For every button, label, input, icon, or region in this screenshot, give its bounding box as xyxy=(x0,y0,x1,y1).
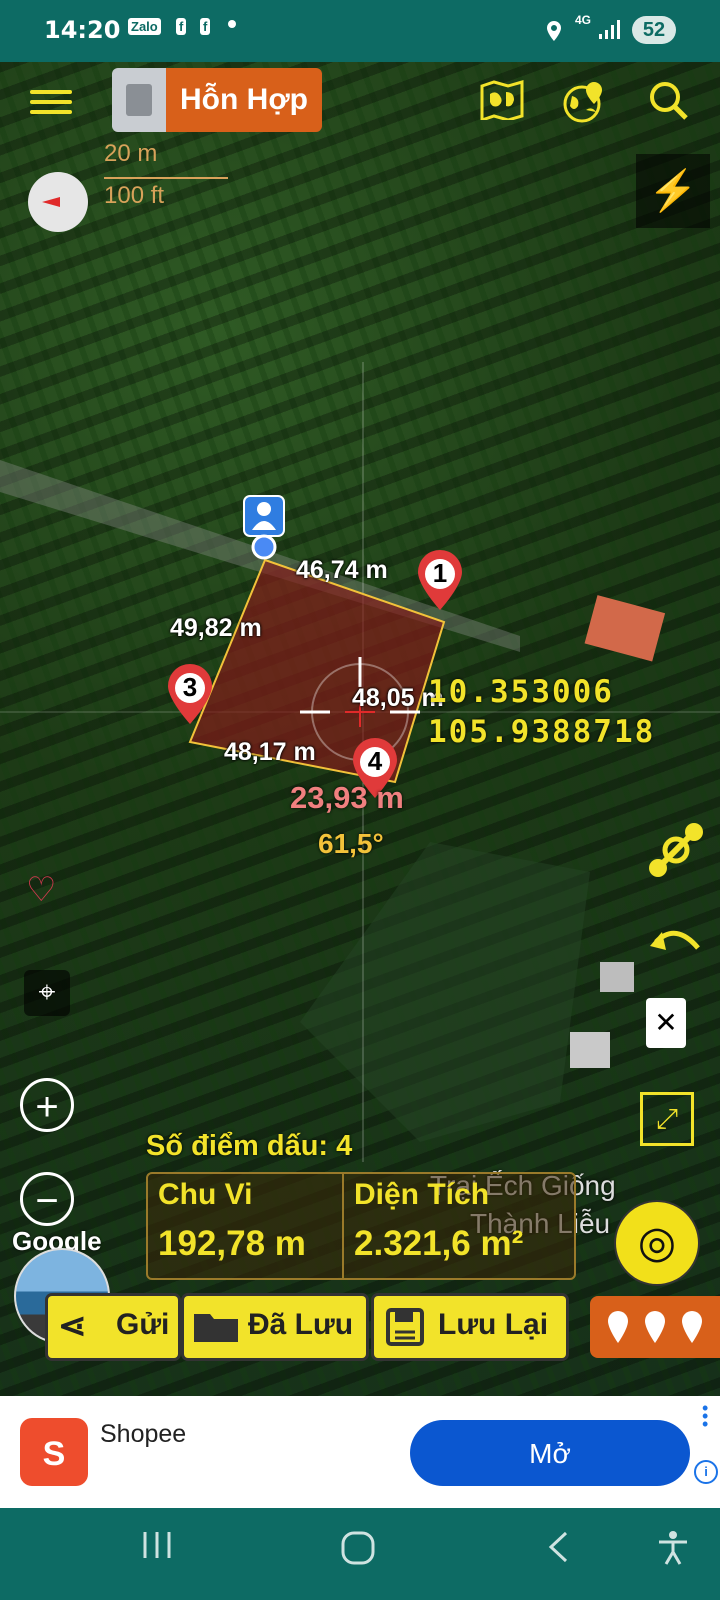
ad-open-button[interactable]: Mở xyxy=(410,1420,690,1486)
markers-button[interactable] xyxy=(590,1296,720,1358)
heart-icon[interactable]: ♡ xyxy=(26,870,56,910)
scale-imperial: 100 ft xyxy=(104,182,165,209)
system-navigation-bar xyxy=(0,1508,720,1600)
floppy-disk-icon xyxy=(386,1308,424,1346)
scale-metric: 20 m xyxy=(104,140,158,167)
pin-4-label[interactable]: 4 xyxy=(355,746,395,777)
layer-thumbnail xyxy=(112,68,166,132)
area-value: 2.321,6 m² xyxy=(354,1224,524,1263)
marks-count: Số điểm dấu: 4 xyxy=(146,1130,353,1162)
delete-icon[interactable]: ✕ xyxy=(646,998,686,1048)
save-button[interactable]: Lưu Lại xyxy=(374,1296,566,1358)
send-label: Gửi xyxy=(116,1308,170,1341)
my-location-button[interactable]: ◎ xyxy=(616,1202,698,1284)
search-icon[interactable] xyxy=(648,80,690,122)
path-tool-icon[interactable] xyxy=(644,818,708,882)
perimeter-cell: Chu Vi 192,78 m xyxy=(148,1174,342,1278)
menu-icon[interactable] xyxy=(30,84,72,118)
send-button[interactable]: ⋖ Gửi xyxy=(48,1296,178,1358)
saved-label: Đã Lưu xyxy=(248,1308,354,1341)
facebook-notification-icon: f xyxy=(176,18,187,35)
back-icon[interactable] xyxy=(546,1530,570,1564)
ad-info-icon[interactable]: i xyxy=(694,1460,718,1484)
cursor-angle: 61,5° xyxy=(318,828,384,859)
area-cell: Diện Tích 2.321,6 m² xyxy=(344,1174,572,1278)
scale-bar xyxy=(104,177,228,179)
shopee-logo: S xyxy=(20,1418,88,1486)
recent-apps-icon[interactable] xyxy=(140,1530,174,1560)
facebook-notification-icon-2: f xyxy=(200,18,211,35)
ad-options-icon[interactable]: • • • xyxy=(702,1399,708,1433)
ad-app-name: Shopee xyxy=(100,1420,187,1448)
satellite-map[interactable]: 1 3 4 46,74 m 49,82 m 48,17 m 48,05 m 10… xyxy=(0,62,720,1396)
share-icon: ⋖ xyxy=(58,1307,87,1345)
compass-icon[interactable] xyxy=(28,172,88,232)
folder-icon xyxy=(194,1314,238,1342)
network-type: 4G xyxy=(575,13,592,27)
perimeter-value: 192,78 m xyxy=(158,1224,306,1263)
area-label: Diện Tích xyxy=(354,1178,490,1211)
longitude: 105.9388718 xyxy=(428,714,656,750)
saved-button[interactable]: Đã Lưu xyxy=(184,1296,366,1358)
pin-1-label[interactable]: 1 xyxy=(420,558,460,589)
gps-toggle-icon[interactable]: ⚡ xyxy=(636,154,710,228)
world-map-icon[interactable] xyxy=(480,80,524,120)
markers-icon xyxy=(608,1311,702,1343)
battery-level: 52 xyxy=(632,16,676,44)
map-layer-button[interactable]: Hỗn Hợp xyxy=(112,68,322,132)
map-scale: 20 m 100 ft xyxy=(104,140,228,210)
pin-3-label[interactable]: 3 xyxy=(170,672,210,703)
focus-frame-icon[interactable]: ⌖ xyxy=(24,970,70,1016)
home-icon[interactable] xyxy=(340,1530,376,1566)
latitude: 10.353006 xyxy=(428,674,614,710)
measurement-summary: Chu Vi 192,78 m Diện Tích 2.321,6 m² xyxy=(146,1172,576,1280)
zalo-notification-icon: Zalo xyxy=(128,18,161,35)
zoom-out-button[interactable]: − xyxy=(20,1172,74,1226)
perimeter-label: Chu Vi xyxy=(158,1178,253,1211)
side-1-length: 46,74 m xyxy=(296,556,388,584)
globe-pin-icon[interactable] xyxy=(562,80,606,124)
clock: 14:20 xyxy=(44,16,121,44)
status-bar: 14:20 Zalo f f 4G 52 xyxy=(0,0,720,62)
ad-banner[interactable]: S Shopee Mở • • • i xyxy=(0,1396,720,1508)
location-icon xyxy=(547,21,561,41)
save-label: Lưu Lại xyxy=(438,1308,549,1341)
more-notifications-dot xyxy=(228,20,236,28)
cursor-distance: 23,93 m xyxy=(290,780,404,815)
fit-extent-icon[interactable]: ⤢ xyxy=(640,1092,694,1146)
side-2-length: 49,82 m xyxy=(170,614,262,642)
side-3-length: 48,17 m xyxy=(224,738,316,766)
signal-icon xyxy=(599,20,620,39)
accessibility-icon[interactable] xyxy=(656,1530,690,1566)
zoom-in-button[interactable]: + xyxy=(20,1078,74,1132)
map-layer-label: Hỗn Hợp xyxy=(166,68,322,132)
undo-icon[interactable] xyxy=(648,924,704,964)
